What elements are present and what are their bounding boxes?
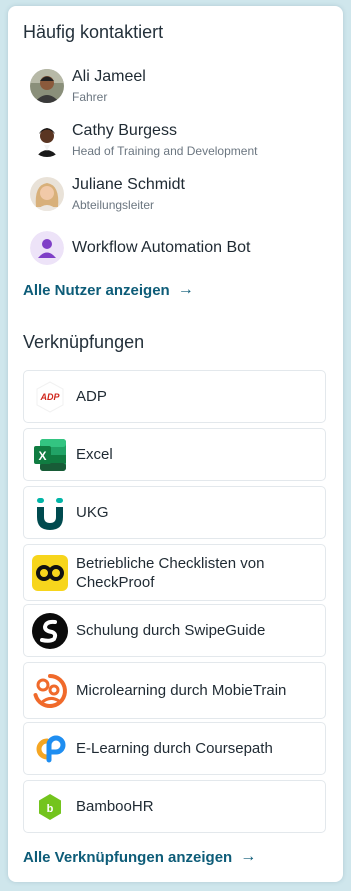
avatar: [30, 177, 64, 211]
shortcut-label: Excel: [76, 446, 113, 463]
contact-name: Workflow Automation Bot: [72, 239, 251, 256]
shortcut-label: BambooHR: [76, 798, 154, 815]
coursepath-logo-icon: [32, 731, 68, 767]
shortcut-label: E-Learning durch Coursepath: [76, 740, 273, 757]
shortcut-adp[interactable]: ADP ADP: [23, 370, 326, 423]
bamboohr-logo-icon: b: [32, 789, 68, 825]
view-all-shortcuts-label: Alle Verknüpfungen anzeigen: [23, 848, 233, 866]
view-all-users-link[interactable]: Alle Nutzer anzeigen →: [23, 281, 194, 299]
excel-logo-icon: X: [32, 437, 68, 473]
contact-role: Abteilungsleiter: [72, 198, 155, 212]
arrow-right-icon: →: [240, 848, 257, 865]
contact-juliane-schmidt[interactable]: Juliane Schmidt Abteilungsleiter: [30, 174, 330, 214]
shortcut-ukg[interactable]: UKG: [23, 486, 326, 539]
contact-role: Head of Training and Development: [72, 144, 258, 158]
adp-logo-icon: ADP: [32, 379, 68, 415]
contact-role: Fahrer: [72, 90, 108, 104]
mobietrain-logo-icon: [32, 673, 68, 709]
shortcut-label: Microlearning durch MobieTrain: [76, 682, 287, 699]
contact-ali-jameel[interactable]: Ali Jameel Fahrer: [30, 66, 330, 106]
svg-text:X: X: [38, 449, 46, 463]
shortcut-excel[interactable]: X Excel: [23, 428, 326, 481]
contact-cathy-burgess[interactable]: Cathy Burgess Head of Training and Devel…: [30, 120, 330, 160]
contact-name: Juliane Schmidt: [72, 176, 185, 193]
shortcut-swipeguide[interactable]: Schulung durch SwipeGuide: [23, 604, 326, 657]
contacts-section-title: Häufig kontaktiert: [23, 22, 164, 42]
shortcut-mobietrain[interactable]: Microlearning durch MobieTrain: [23, 662, 326, 719]
arrow-right-icon: →: [177, 281, 194, 298]
contact-name: Ali Jameel: [72, 68, 146, 85]
shortcut-coursepath[interactable]: E-Learning durch Coursepath: [23, 722, 326, 775]
shortcut-label: Schulung durch SwipeGuide: [76, 622, 266, 639]
bot-avatar-icon: [30, 231, 64, 265]
shortcut-label: UKG: [76, 504, 109, 521]
view-all-users-label: Alle Nutzer anzeigen: [23, 281, 170, 299]
ukg-logo-icon: [32, 495, 68, 531]
shortcut-label: ADP: [76, 388, 107, 405]
swipeguide-logo-icon: [32, 612, 68, 649]
contact-workflow-automation-bot[interactable]: Workflow Automation Bot: [30, 228, 330, 268]
shortcut-label: Betriebliche Checklisten von CheckProof: [76, 554, 265, 591]
svg-text:ADP: ADP: [39, 392, 60, 402]
shortcut-checkproof[interactable]: Betriebliche Checklisten von CheckProof: [23, 544, 326, 601]
shortcut-bamboohr[interactable]: b BambooHR: [23, 780, 326, 833]
svg-text:b: b: [47, 803, 54, 815]
view-all-shortcuts-link[interactable]: Alle Verknüpfungen anzeigen →: [23, 848, 256, 866]
contact-name: Cathy Burgess: [72, 122, 177, 139]
sidebar-panel: Häufig kontaktiert Ali Jameel Fahrer Cat…: [8, 6, 343, 882]
avatar: [30, 69, 64, 103]
shortcuts-section-title: Verknüpfungen: [23, 332, 145, 352]
avatar: [30, 123, 64, 157]
checkproof-logo-icon: [32, 554, 68, 591]
